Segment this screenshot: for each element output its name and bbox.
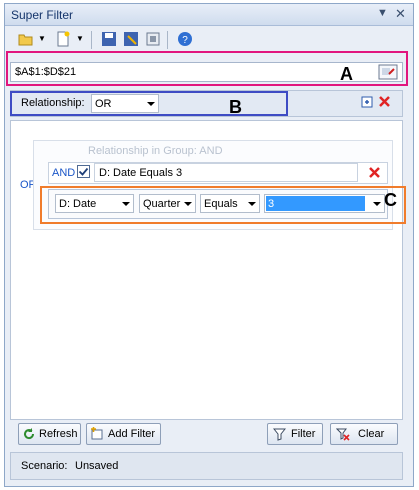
- add-filter-icon: [91, 427, 103, 440]
- save-as-icon[interactable]: [122, 30, 140, 48]
- dropdown-menu-icon[interactable]: ▼: [377, 7, 388, 19]
- svg-text:?: ?: [182, 35, 188, 46]
- help-icon[interactable]: ?: [176, 30, 194, 48]
- checkmark-icon: [78, 167, 89, 176]
- callout-label-a: A: [340, 64, 353, 84]
- refresh-icon: [24, 428, 35, 440]
- inner-relation-label[interactable]: AND: [52, 167, 75, 179]
- add-filter-button[interactable]: Add Filter: [86, 423, 161, 445]
- filter-button[interactable]: Filter: [267, 423, 323, 445]
- callout-label-c: C: [384, 190, 397, 210]
- close-icon[interactable]: ✕: [395, 6, 406, 22]
- condition-checkbox[interactable]: [77, 165, 90, 178]
- open-folder-icon[interactable]: [17, 30, 35, 48]
- clear-filter-icon: [336, 428, 350, 441]
- save-icon[interactable]: [100, 30, 118, 48]
- condition-text-field[interactable]: D: Date Equals 3: [94, 163, 358, 182]
- title-bar: Super Filter ▼ ✕: [5, 4, 413, 26]
- callout-box-c: [40, 186, 406, 224]
- add-group-icon[interactable]: [361, 96, 373, 108]
- delete-all-icon[interactable]: [378, 95, 391, 108]
- group-relationship-title: Relationship in Group: AND: [88, 145, 223, 157]
- refresh-button[interactable]: Refresh: [18, 423, 81, 445]
- manage-scenarios-icon[interactable]: [144, 30, 162, 48]
- funnel-icon: [273, 428, 286, 441]
- window-title: Super Filter: [11, 8, 74, 22]
- callout-box-b: [10, 91, 288, 116]
- clear-button[interactable]: Clear: [330, 423, 398, 445]
- delete-condition-icon[interactable]: [368, 166, 381, 179]
- new-dropdown-icon[interactable]: ▼: [76, 34, 84, 43]
- new-file-icon[interactable]: [54, 30, 72, 48]
- scenario-value: Unsaved: [75, 460, 119, 472]
- status-bar: Scenario: Unsaved: [10, 452, 403, 480]
- scenario-label: Scenario:: [21, 460, 68, 472]
- toolbar-divider: [91, 31, 92, 49]
- callout-label-b: B: [229, 97, 242, 117]
- toolbar-divider: [167, 31, 168, 49]
- open-dropdown-icon[interactable]: ▼: [38, 34, 46, 43]
